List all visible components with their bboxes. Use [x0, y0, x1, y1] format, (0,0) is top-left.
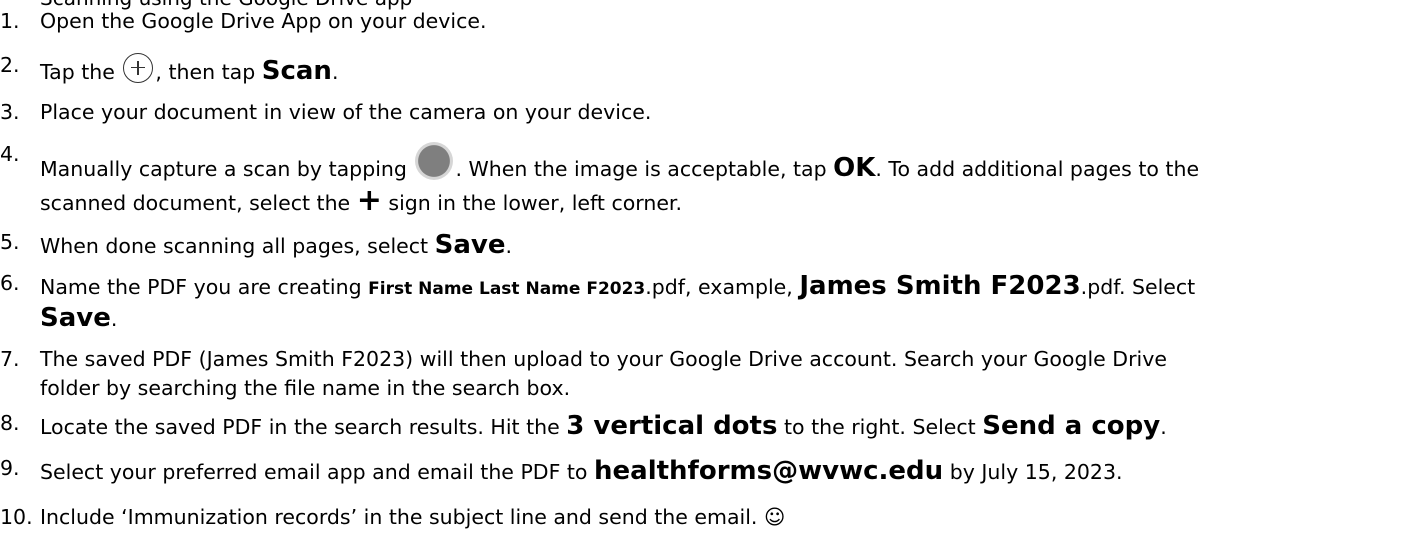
step-number: 5.: [0, 230, 20, 254]
step-number: 7.: [0, 347, 20, 371]
step-text: Tap the: [40, 60, 115, 84]
capture-button-icon: [415, 142, 454, 180]
plus-circle-icon: [123, 53, 154, 83]
step-bold: First Name Last Name F2023: [368, 279, 646, 299]
step-bold: James Smith F2023: [799, 271, 1081, 301]
step-text: Include ‘Immunization records’ in the su…: [40, 505, 786, 529]
step-text: The saved PDF (James Smith F2023) will t…: [40, 347, 1167, 371]
step-number: 8.: [0, 411, 20, 435]
step-bold: Save: [434, 230, 506, 260]
step-bold: OK: [833, 153, 876, 183]
step-text: .pdf, example,: [645, 275, 793, 299]
step-number: 1.: [0, 9, 20, 33]
step-bold: Scan: [261, 56, 332, 86]
step-text: Place your document in view of the camer…: [40, 100, 652, 124]
step-text: scanned document, select the: [40, 191, 351, 215]
step-text: Locate the saved PDF in the search resul…: [40, 415, 560, 439]
step-number: 2.: [0, 53, 20, 77]
step-number: 4.: [0, 142, 20, 166]
step-bold: Save: [40, 303, 111, 333]
step-text: .: [331, 60, 339, 84]
step-bold: 3 vertical dots: [566, 411, 778, 441]
step-text: by July 15, 2023.: [949, 460, 1123, 484]
step-text: sign in the lower, left corner.: [388, 191, 682, 215]
step-text: .: [110, 307, 118, 331]
step-text: Name the PDF you are creating: [40, 275, 362, 299]
step-text: When done scanning all pages, select: [40, 234, 429, 258]
email-address: healthforms@wvwc.edu: [594, 456, 944, 486]
step-text: folder by searching the file name in the…: [40, 376, 571, 400]
step-text: .: [1160, 415, 1167, 439]
step-number: 3.: [0, 100, 20, 124]
step-text: .pdf. Select: [1080, 275, 1196, 299]
step-text: .: [505, 234, 512, 258]
step-text: , then tap: [155, 60, 256, 84]
step-text: Open the Google Drive App on your device…: [40, 9, 487, 33]
step-text: . To add additional pages to the: [875, 157, 1200, 181]
step-bold: Send a copy: [982, 411, 1161, 441]
step-text: . When the image is acceptable, tap: [455, 157, 827, 181]
step-text: Manually capture a scan by tapping: [40, 157, 407, 181]
step-bold: +: [356, 183, 382, 218]
step-text: to the right. Select: [783, 415, 976, 439]
step-number: 9.: [0, 456, 20, 480]
step-text: Select your preferred email app and emai…: [40, 460, 588, 484]
step-number: 6.: [0, 271, 20, 295]
step-number: 10.: [0, 505, 33, 529]
